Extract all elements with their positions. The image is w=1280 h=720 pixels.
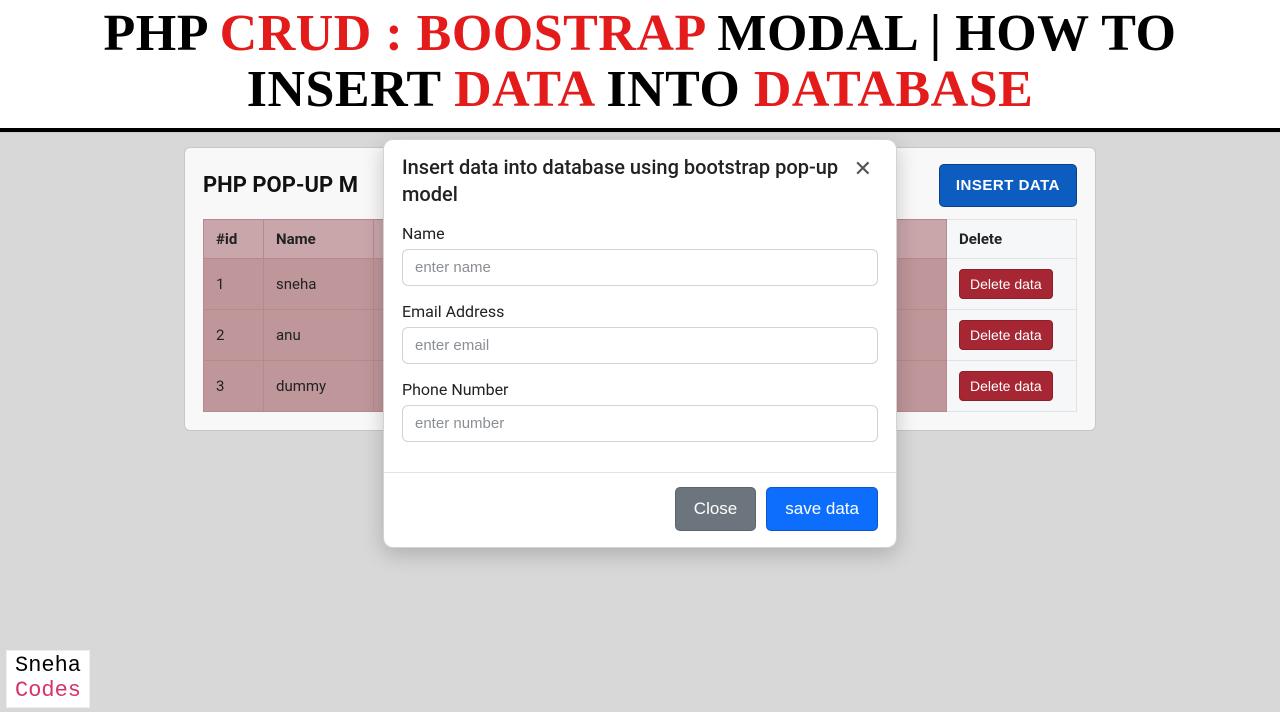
page-headline: PHP CRUD : BOOSTRAP MODAL | HOW TO INSER…	[0, 0, 1280, 132]
cell-id: 3	[204, 361, 264, 412]
cell-delete: Delete data	[947, 310, 1077, 361]
modal-header: Insert data into database using bootstra…	[384, 140, 896, 220]
cell-name: sneha	[264, 259, 374, 310]
headline-seg-6: DATABASE	[754, 61, 1033, 118]
phone-label: Phone Number	[402, 380, 878, 399]
delete-row-button[interactable]: Delete data	[959, 320, 1053, 350]
email-label: Email Address	[402, 302, 878, 321]
modal-title: Insert data into database using bootstra…	[402, 154, 848, 208]
app-stage: PHP POP-UP M t 2 INSERT DATA #id Name Em…	[0, 132, 1280, 712]
headline-seg-2: CRUD : BOOSTRAP	[220, 5, 704, 62]
modal-close-button[interactable]: ✕	[848, 154, 878, 184]
cell-name: dummy	[264, 361, 374, 412]
branding-badge: Sneha Codes	[6, 650, 90, 709]
cell-id: 2	[204, 310, 264, 361]
delete-row-button[interactable]: Delete data	[959, 269, 1053, 299]
col-id: #id	[204, 220, 264, 259]
insert-modal: Insert data into database using bootstra…	[383, 139, 897, 548]
headline-seg-1: PHP	[104, 5, 220, 62]
close-icon: ✕	[854, 156, 872, 181]
form-group-phone: Phone Number	[402, 380, 878, 442]
headline-seg-5: INTO	[593, 61, 754, 118]
cell-name: anu	[264, 310, 374, 361]
delete-row-button[interactable]: Delete data	[959, 371, 1053, 401]
headline-seg-4: DATA	[454, 61, 593, 118]
cell-delete: Delete data	[947, 361, 1077, 412]
name-input[interactable]	[402, 249, 878, 286]
name-label: Name	[402, 224, 878, 243]
save-data-button[interactable]: save data	[766, 487, 878, 531]
cell-delete: Delete data	[947, 259, 1077, 310]
panel-title-left: PHP POP-UP M	[203, 173, 358, 198]
form-group-email: Email Address	[402, 302, 878, 364]
branding-line-2: Codes	[15, 678, 81, 703]
email-input[interactable]	[402, 327, 878, 364]
modal-body: Name Email Address Phone Number	[384, 220, 896, 472]
insert-data-button[interactable]: INSERT DATA	[939, 164, 1077, 207]
branding-line-1: Sneha	[15, 653, 81, 678]
modal-close-footer-button[interactable]: Close	[675, 487, 756, 531]
col-delete: Delete	[947, 220, 1077, 259]
form-group-name: Name	[402, 224, 878, 286]
cell-id: 1	[204, 259, 264, 310]
col-name: Name	[264, 220, 374, 259]
phone-input[interactable]	[402, 405, 878, 442]
modal-footer: Close save data	[384, 472, 896, 547]
